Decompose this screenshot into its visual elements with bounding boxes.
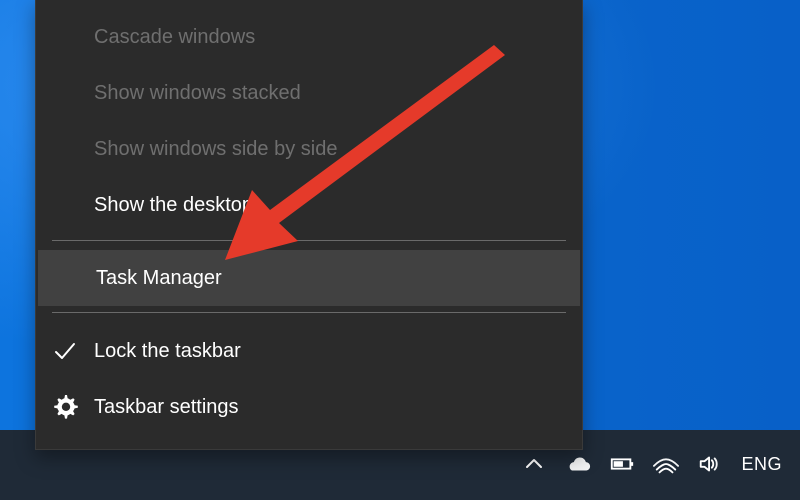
menu-item-label: Lock the taskbar (94, 339, 241, 362)
chevron-up-icon[interactable] (521, 451, 547, 477)
menu-item-show-windows-side-by-side: Show windows side by side (36, 121, 582, 177)
menu-item-task-manager[interactable]: Task Manager (38, 250, 580, 306)
menu-item-lock-the-taskbar[interactable]: Lock the taskbar (36, 323, 582, 379)
menu-item-show-the-desktop[interactable]: Show the desktop (36, 177, 582, 233)
menu-item-label: Show windows stacked (94, 81, 301, 104)
language-indicator[interactable]: ENG (741, 454, 782, 475)
system-tray: ENG (521, 444, 782, 484)
gear-icon (50, 392, 80, 422)
menu-separator (52, 240, 566, 241)
taskbar-context-menu: Cascade windows Show windows stacked Sho… (35, 0, 583, 450)
menu-item-label: Show the desktop (94, 193, 253, 216)
speaker-icon[interactable] (697, 451, 723, 477)
wifi-icon[interactable] (653, 451, 680, 477)
battery-icon[interactable] (609, 451, 635, 477)
menu-separator (52, 312, 566, 313)
menu-item-show-windows-stacked: Show windows stacked (36, 65, 582, 121)
checkmark-icon (50, 336, 80, 366)
menu-item-taskbar-settings[interactable]: Taskbar settings (36, 379, 582, 435)
menu-item-cascade-windows: Cascade windows (36, 9, 582, 65)
menu-item-label: Show windows side by side (94, 137, 338, 160)
menu-item-label: Task Manager (96, 266, 222, 289)
onedrive-cloud-icon[interactable] (565, 451, 591, 477)
menu-item-label: Taskbar settings (94, 395, 239, 418)
menu-item-label: Cascade windows (94, 25, 256, 48)
